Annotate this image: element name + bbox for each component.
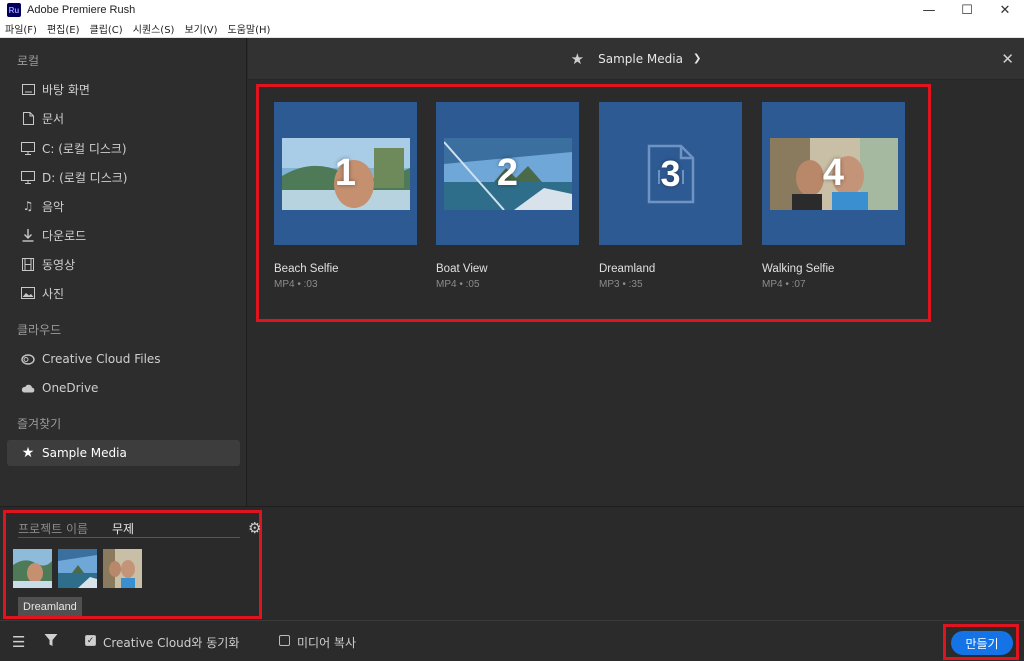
sidebar-item-drive-c[interactable]: C: (로컬 디스크) [7, 135, 240, 161]
project-panel: 프로젝트 이름 무제 ⚙ Dreamland [0, 506, 1024, 620]
project-name-label: 프로젝트 이름 [18, 522, 89, 536]
thumbnail-number: 2 [496, 152, 519, 194]
menu-bar: 파일(F) 편집(E) 클립(C) 시퀀스(S) 보기(V) 도움말(H) [0, 20, 1024, 38]
film-icon [20, 256, 36, 272]
highlight-box-project: 프로젝트 이름 무제 ⚙ Dreamland [3, 510, 262, 619]
video-preview: 1 [281, 137, 410, 210]
sync-checkbox[interactable]: ✓ [85, 635, 96, 646]
selected-clip-thumbnail[interactable] [13, 549, 52, 588]
sidebar-item-music[interactable]: ♫ 음악 [7, 193, 240, 219]
filter-icon[interactable] [44, 633, 58, 651]
creative-cloud-icon [20, 351, 36, 367]
monitor-icon [20, 140, 36, 156]
section-title-local: 로컬 [17, 54, 40, 68]
thumbnail-number: 3 [660, 152, 681, 194]
sidebar-item-sample-media[interactable]: ★ Sample Media [7, 440, 240, 466]
list-menu-icon[interactable]: ☰ [12, 633, 25, 651]
media-meta: MP4 • :03 [274, 279, 318, 290]
copy-media-checkbox[interactable] [279, 635, 290, 646]
media-card[interactable]: 4 Walking Selfie MP4 • :07 [762, 102, 905, 290]
premiere-rush-logo-icon: Ru [7, 3, 21, 17]
sidebar-item-desktop[interactable]: 바탕 화면 [7, 76, 240, 102]
close-icon[interactable]: ✕ [1001, 50, 1014, 68]
video-preview: 4 [769, 137, 898, 210]
media-thumbnail[interactable]: 2 [436, 102, 579, 245]
media-card[interactable]: 2 Boat View MP4 • :05 [436, 102, 579, 290]
audio-file-icon: 3 [647, 144, 695, 204]
music-icon: ♫ [22, 199, 34, 213]
menu-clip[interactable]: 클립(C) [85, 21, 128, 36]
close-icon[interactable]: ✕ [986, 0, 1024, 20]
selected-clip-thumbnail[interactable] [58, 549, 97, 588]
document-icon [20, 110, 36, 126]
gear-icon[interactable]: ⚙ [248, 519, 261, 537]
menu-edit[interactable]: 편집(E) [42, 21, 85, 36]
audio-clip-tag[interactable]: Dreamland [18, 597, 82, 616]
media-meta: MP4 • :05 [436, 279, 480, 290]
menu-view[interactable]: 보기(V) [179, 21, 222, 36]
menu-file[interactable]: 파일(F) [0, 21, 42, 36]
section-title-favorites: 즐겨찾기 [17, 417, 62, 431]
cloud-icon [20, 380, 36, 396]
star-icon: ★ [21, 445, 35, 461]
media-name: Dreamland [599, 263, 656, 275]
title-bar: Ru Adobe Premiere Rush — ☐ ✕ [0, 0, 1024, 20]
selected-clip-thumbnail[interactable] [103, 549, 142, 588]
location-title[interactable]: Sample Media [598, 52, 683, 66]
sidebar-item-creative-cloud-files[interactable]: Creative Cloud Files [7, 346, 240, 372]
media-card[interactable]: 3 Dreamland MP3 • :35 [599, 102, 742, 290]
sidebar-item-videos[interactable]: 동영상 [7, 251, 240, 277]
media-name: Boat View [436, 263, 488, 275]
media-thumbnail[interactable]: 3 [599, 102, 742, 245]
sidebar-item-onedrive[interactable]: OneDrive [7, 375, 240, 401]
footer-bar: ☰ ✓ Creative Cloud와 동기화 미디어 복사 만들기 [0, 620, 1024, 661]
sync-label: Creative Cloud와 동기화 [103, 636, 240, 650]
thumbnail-number: 1 [334, 152, 357, 194]
media-thumbnail[interactable]: 4 [762, 102, 905, 245]
sidebar-item-drive-d[interactable]: D: (로컬 디스크) [7, 164, 240, 190]
video-preview: 2 [443, 137, 572, 210]
media-name: Walking Selfie [762, 263, 835, 275]
project-name-underline [18, 537, 240, 538]
highlight-box-create: 만들기 [943, 624, 1019, 660]
menu-sequence[interactable]: 시퀀스(S) [128, 21, 180, 36]
sidebar: 로컬 바탕 화면 문서 C: (로컬 디스크) D: (로컬 디스크) ♫ 음악… [0, 38, 247, 506]
chevron-down-icon[interactable]: ❯ [693, 53, 701, 64]
window-title: Adobe Premiere Rush [27, 4, 136, 16]
sidebar-item-pictures[interactable]: 사진 [7, 280, 240, 306]
sidebar-item-downloads[interactable]: 다운로드 [7, 222, 240, 248]
sidebar-item-documents[interactable]: 문서 [7, 105, 240, 131]
browser-header: ★ Sample Media ❯ ✕ [248, 38, 1024, 80]
download-icon [20, 227, 36, 243]
monitor-icon [20, 169, 36, 185]
section-title-cloud: 클라우드 [17, 323, 62, 337]
copy-media-label: 미디어 복사 [297, 636, 357, 650]
image-icon [20, 285, 36, 301]
media-card[interactable]: 1 Beach Selfie MP4 • :03 [274, 102, 417, 290]
thumbnail-number: 4 [822, 152, 845, 194]
minimize-icon[interactable]: — [910, 0, 948, 20]
media-thumbnail[interactable]: 1 [274, 102, 417, 245]
project-name-input[interactable]: 무제 [112, 520, 134, 537]
star-icon[interactable]: ★ [571, 50, 584, 68]
media-meta: MP3 • :35 [599, 279, 643, 290]
media-browser: ★ Sample Media ❯ ✕ 1 Beach Selfie MP4 • … [248, 38, 1024, 506]
desktop-icon [20, 81, 36, 97]
create-button[interactable]: 만들기 [951, 631, 1013, 655]
maximize-icon[interactable]: ☐ [948, 0, 986, 20]
menu-help[interactable]: 도움말(H) [223, 21, 276, 36]
media-name: Beach Selfie [274, 263, 339, 275]
media-meta: MP4 • :07 [762, 279, 806, 290]
